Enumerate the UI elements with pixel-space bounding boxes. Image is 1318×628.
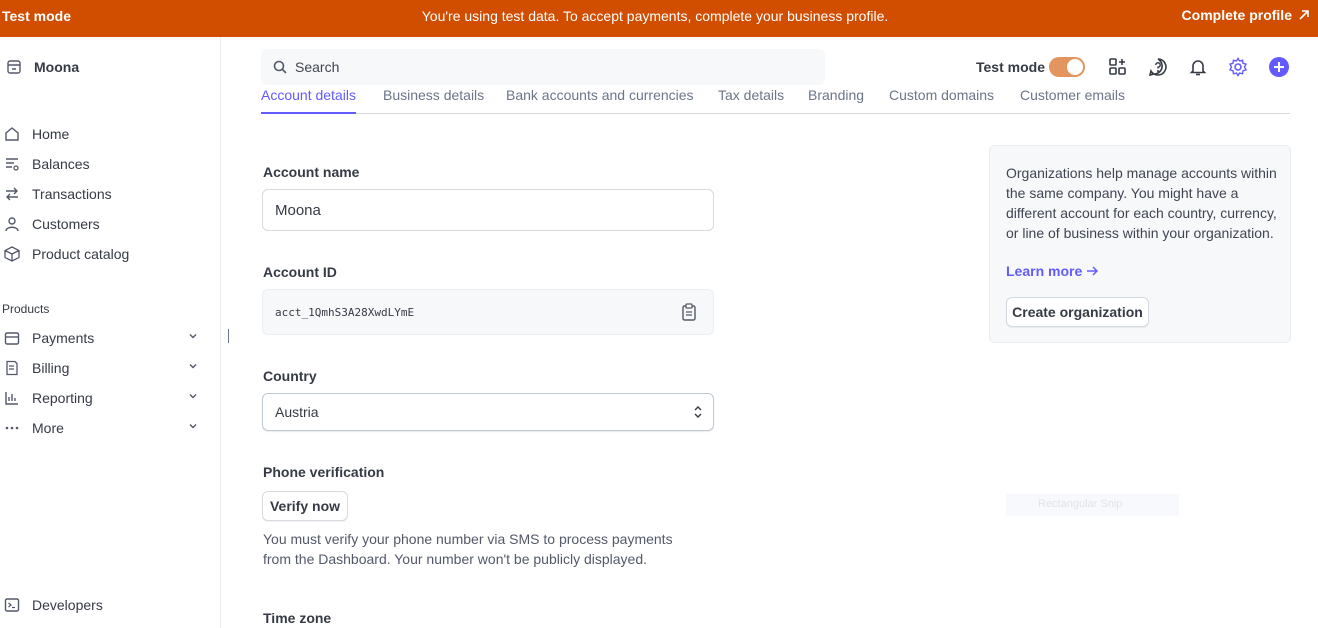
sidebar-item-billing[interactable]: Billing xyxy=(4,357,204,379)
product-catalog-icon xyxy=(4,246,20,262)
arrow-right-icon xyxy=(1087,266,1099,276)
learn-more-label: Learn more xyxy=(1006,263,1083,279)
sidebar-item-label: Product catalog xyxy=(32,246,130,262)
sidebar-item-label: Developers xyxy=(32,597,103,613)
sidebar-item-balances[interactable]: Balances xyxy=(4,153,204,175)
sidebar-item-label: Transactions xyxy=(32,186,112,202)
chevron-down-icon[interactable] xyxy=(188,391,198,401)
sidebar-item-product-catalog[interactable]: Product catalog xyxy=(4,243,204,265)
tab-bank-accounts[interactable]: Bank accounts and currencies xyxy=(506,86,694,114)
account-id-value: acct_1QmhS3A28XwdLYmE xyxy=(275,305,415,319)
store-icon xyxy=(7,60,21,74)
search-input[interactable]: Search xyxy=(261,49,825,85)
balances-icon xyxy=(6,158,19,171)
products-section-label: Products xyxy=(2,302,50,316)
create-plus-icon[interactable] xyxy=(1269,57,1289,77)
apps-icon[interactable] xyxy=(1108,57,1128,77)
payments-icon xyxy=(4,332,20,345)
sidebar-item-home[interactable]: Home xyxy=(4,123,204,145)
account-name: Moona xyxy=(34,59,80,75)
select-chevrons-icon xyxy=(694,406,702,418)
tab-account-details[interactable]: Account details xyxy=(261,86,356,114)
phone-verification-label: Phone verification xyxy=(263,464,385,480)
sidebar-item-developers[interactable]: Developers xyxy=(4,594,204,616)
sidebar-item-label: Billing xyxy=(32,360,70,376)
sidebar-item-label: Payments xyxy=(32,330,95,346)
customers-icon xyxy=(5,217,19,232)
search-placeholder: Search xyxy=(295,59,340,75)
terminal-icon xyxy=(4,598,20,612)
tab-tax-details[interactable]: Tax details xyxy=(718,86,784,114)
tab-custom-domains[interactable]: Custom domains xyxy=(889,86,994,114)
sidebar-item-transactions[interactable]: Transactions xyxy=(4,183,204,205)
sidebar: Moona Home Balances Transactions Custome… xyxy=(0,37,221,628)
test-mode-banner: Test mode You're using test data. To acc… xyxy=(0,0,1318,37)
organizations-info-card: Organizations help manage accounts withi… xyxy=(989,145,1291,343)
reporting-icon xyxy=(5,392,18,405)
more-icon xyxy=(5,426,19,430)
snip-tooltip: Rectangular Snip xyxy=(1006,494,1179,516)
gear-icon[interactable] xyxy=(1228,57,1248,77)
verify-now-button[interactable]: Verify now xyxy=(262,491,348,521)
banner-message: You're using test data. To accept paymen… xyxy=(421,8,889,24)
learn-more-link[interactable]: Learn more xyxy=(1006,263,1099,279)
sidebar-item-reporting[interactable]: Reporting xyxy=(4,387,204,409)
billing-icon xyxy=(6,360,18,376)
test-mode-toggle[interactable] xyxy=(1049,57,1085,77)
sidebar-item-more[interactable]: More xyxy=(4,417,204,439)
tab-branding[interactable]: Branding xyxy=(808,86,864,114)
country-select[interactable]: Austria xyxy=(262,393,714,431)
transactions-icon xyxy=(6,187,18,201)
arrow-up-right-icon xyxy=(1299,10,1309,20)
complete-profile-link[interactable]: Complete profile xyxy=(1182,7,1310,23)
account-id-field: acct_1QmhS3A28XwdLYmE xyxy=(262,289,714,335)
copy-clipboard-icon[interactable] xyxy=(681,303,697,321)
organizations-info-text: Organizations help manage accounts withi… xyxy=(1006,165,1277,241)
search-icon xyxy=(273,60,287,74)
bell-icon[interactable] xyxy=(1188,57,1208,77)
sidebar-item-label: Customers xyxy=(32,216,100,232)
chevron-down-icon[interactable] xyxy=(188,421,198,431)
phone-help-text: You must verify your phone number via SM… xyxy=(263,531,673,567)
tab-customer-emails[interactable]: Customer emails xyxy=(1020,86,1125,114)
account-name-value: Moona xyxy=(275,201,321,219)
tab-business-details[interactable]: Business details xyxy=(383,86,484,114)
account-name-label: Account name xyxy=(263,164,360,180)
sidebar-item-label: Balances xyxy=(32,156,90,172)
chevron-down-icon[interactable] xyxy=(188,331,198,341)
chevron-down-icon[interactable] xyxy=(188,361,198,371)
settings-tabs: Account details Business details Bank ac… xyxy=(261,86,1290,114)
account-name-input[interactable]: Moona xyxy=(262,189,714,231)
create-organization-button[interactable]: Create organization xyxy=(1006,297,1149,327)
sidebar-item-label: Reporting xyxy=(32,390,93,406)
sidebar-item-payments[interactable]: Payments xyxy=(4,327,204,349)
home-icon xyxy=(5,127,19,141)
complete-profile-label: Complete profile xyxy=(1181,7,1292,23)
help-icon[interactable] xyxy=(1148,57,1168,77)
time-zone-label: Time zone xyxy=(263,610,332,626)
account-id-label: Account ID xyxy=(263,264,337,280)
country-label: Country xyxy=(263,368,317,384)
account-switcher[interactable]: Moona xyxy=(6,59,79,75)
country-value: Austria xyxy=(275,404,319,420)
test-mode-label: Test mode xyxy=(976,59,1045,75)
sidebar-resize-handle[interactable] xyxy=(228,329,229,343)
sidebar-item-label: Home xyxy=(32,126,70,142)
sidebar-item-label: More xyxy=(32,420,64,436)
sidebar-item-customers[interactable]: Customers xyxy=(4,213,204,235)
